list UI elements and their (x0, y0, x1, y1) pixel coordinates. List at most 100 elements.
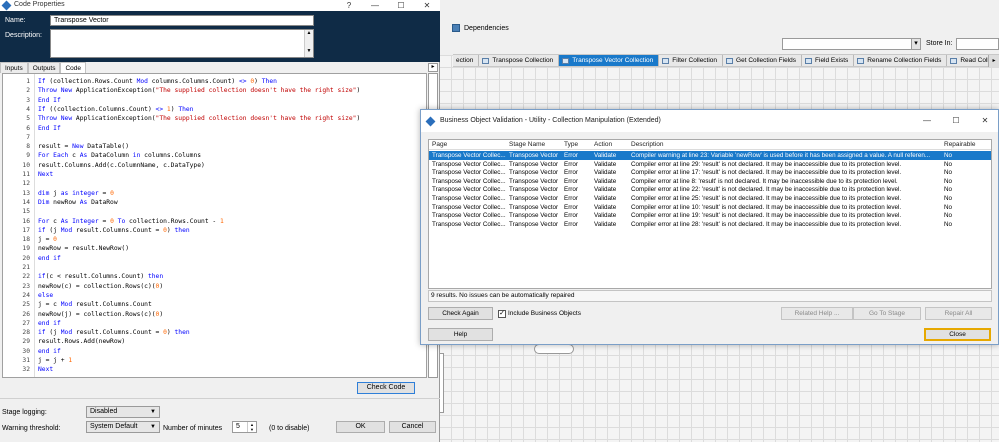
code-token: result.Columns.Add(c.ColumnName, c.DataT… (38, 161, 205, 169)
check-code-button[interactable]: Check Code (357, 382, 415, 394)
maximize-icon[interactable]: ☐ (943, 115, 969, 126)
column-header[interactable]: Description (631, 141, 664, 148)
table-cell: Error (564, 195, 578, 202)
line-number: 30 (22, 347, 30, 355)
dependencies-icon (452, 24, 460, 32)
tab-code[interactable]: Code (60, 62, 87, 73)
code-token: As (79, 152, 92, 160)
toolbar-dropdown[interactable] (782, 38, 920, 50)
tab-inputs[interactable]: Inputs (0, 62, 28, 73)
column-header[interactable]: Type (564, 141, 578, 148)
close-icon[interactable]: ✕ (414, 0, 440, 11)
description-field[interactable] (50, 29, 314, 58)
column-header[interactable]: Action (594, 141, 612, 148)
code-token: DataTable() (87, 143, 129, 151)
validation-titlebar[interactable]: Business Object Validation - Utility - C… (421, 110, 998, 132)
cancel-button[interactable]: Cancel (389, 421, 436, 433)
code-line: If ((collection.Columns.Count) <> 1) The… (38, 106, 193, 113)
help-icon[interactable]: ? (336, 0, 362, 11)
line-number: 7 (26, 133, 30, 141)
table-cell: Transpose Vector (509, 177, 559, 185)
code-token: Throw New (38, 87, 76, 95)
minimize-icon[interactable]: — (914, 115, 940, 126)
canvas-stage-shape[interactable] (534, 344, 574, 354)
code-line: For c As Integer = 0 To collection.Rows.… (38, 218, 224, 225)
tab-outputs[interactable]: Outputs (27, 62, 61, 73)
line-number: 24 (22, 291, 30, 299)
help-button[interactable]: Help (428, 328, 493, 341)
code-token: ) (166, 226, 175, 234)
table-cell: Error (564, 169, 578, 177)
table-cell: Transpose Vector Collec... (432, 195, 506, 202)
dependencies-tab[interactable]: Dependencies (448, 20, 513, 36)
divider (0, 398, 440, 399)
page-tab[interactable]: Field Exists (802, 55, 855, 66)
table-cell: Error (564, 160, 578, 168)
code-token: ApplicationException( (75, 87, 156, 95)
table-cell: Validate (594, 160, 617, 168)
table-cell: Transpose Vector (509, 195, 559, 202)
code-token: then (174, 226, 190, 234)
code-token: then (147, 273, 164, 281)
table-cell: Validate (594, 186, 617, 194)
validation-results-table[interactable]: Page Stage Name Type Action Description … (428, 139, 992, 289)
tab-scroll-icon[interactable]: ▸ (428, 63, 438, 72)
table-cell: Transpose Vector (509, 186, 559, 194)
code-token: <> (155, 105, 164, 113)
column-header[interactable]: Repairable (944, 141, 975, 148)
warning-threshold-select[interactable]: System Default ▼ (86, 421, 160, 433)
table-cell: Validate (594, 203, 617, 211)
name-field[interactable]: Transpose Vector (50, 15, 314, 26)
store-in-field[interactable] (956, 38, 999, 50)
table-cell: Transpose Vector Collec... (432, 203, 506, 211)
check-again-button[interactable]: Check Again (428, 307, 493, 320)
name-label: Name: (5, 17, 26, 24)
dropdown-arrow-icon[interactable]: ▾ (911, 38, 921, 50)
code-token: else (38, 291, 54, 299)
include-business-objects-checkbox[interactable]: ✓ (498, 310, 506, 318)
description-scrollbar[interactable]: ▲ ▼ (304, 30, 313, 57)
go-to-stage-button[interactable]: Go To Stage (853, 307, 921, 320)
code-token: Mod (60, 301, 73, 309)
code-properties-titlebar[interactable]: Code Properties ? — ☐ ✕ (0, 0, 440, 11)
code-line: For Each c As DataColumn in columns.Colu… (38, 152, 201, 159)
code-token: if (38, 273, 46, 281)
minimize-icon[interactable]: — (362, 0, 388, 11)
close-button[interactable]: Close (924, 328, 991, 341)
maximize-icon[interactable]: ☐ (388, 0, 414, 11)
repair-all-button[interactable]: Repair All (925, 307, 992, 320)
page-tab-next-icon[interactable]: ▸ (988, 55, 999, 67)
window-title: Code Properties (14, 1, 65, 8)
page-tab[interactable]: ection (453, 55, 480, 66)
stage-logging-select[interactable]: Disabled ▼ (86, 406, 160, 418)
table-cell: No (944, 220, 953, 228)
code-properties-window: Code Properties ? — ☐ ✕ Name: Transpose … (0, 0, 440, 442)
page-tab[interactable]: Filter Collection (659, 55, 724, 66)
code-token: ((collection.Columns.Count) (49, 105, 156, 113)
code-line: if(c < result.Columns.Count) then (38, 273, 163, 280)
page-tab[interactable]: Rename Collection Fields (854, 55, 948, 66)
app-icon (1, 0, 12, 11)
line-number: 13 (22, 189, 30, 197)
column-header[interactable]: Page (432, 141, 447, 148)
page-tab[interactable]: Transpose Vector Collection (559, 55, 660, 66)
table-row[interactable]: Transpose Vector Collec... Transpose Vect… (429, 220, 991, 229)
app-icon (425, 116, 436, 127)
related-help-button[interactable]: Related Help ... (781, 307, 853, 320)
code-line: result.Rows.Add(newRow) (38, 338, 125, 345)
code-token: as integer (60, 189, 99, 197)
table-cell: Validate (594, 195, 617, 202)
code-token: ApplicationException( (75, 115, 156, 123)
column-header[interactable]: Stage Name (509, 141, 545, 148)
close-icon[interactable]: ✕ (972, 115, 998, 126)
code-line: else (38, 292, 53, 299)
page-tab[interactable]: Transpose Collection (479, 55, 560, 66)
store-in-label: Store In: (926, 40, 953, 47)
line-number: 21 (22, 264, 30, 271)
spinner-arrows-icon[interactable]: ▲ ▼ (247, 422, 256, 432)
code-token: Throw New (38, 115, 76, 123)
code-token: ) (159, 282, 164, 290)
page-tab[interactable]: Get Collection Fields (723, 55, 803, 66)
code-editor[interactable]: 1 2 3 4 5 6 7 8 9 10 11 12 13 14 15 16 17 18 19 20 21 22 23 24 2… (2, 73, 427, 378)
ok-button[interactable]: OK (336, 421, 385, 433)
